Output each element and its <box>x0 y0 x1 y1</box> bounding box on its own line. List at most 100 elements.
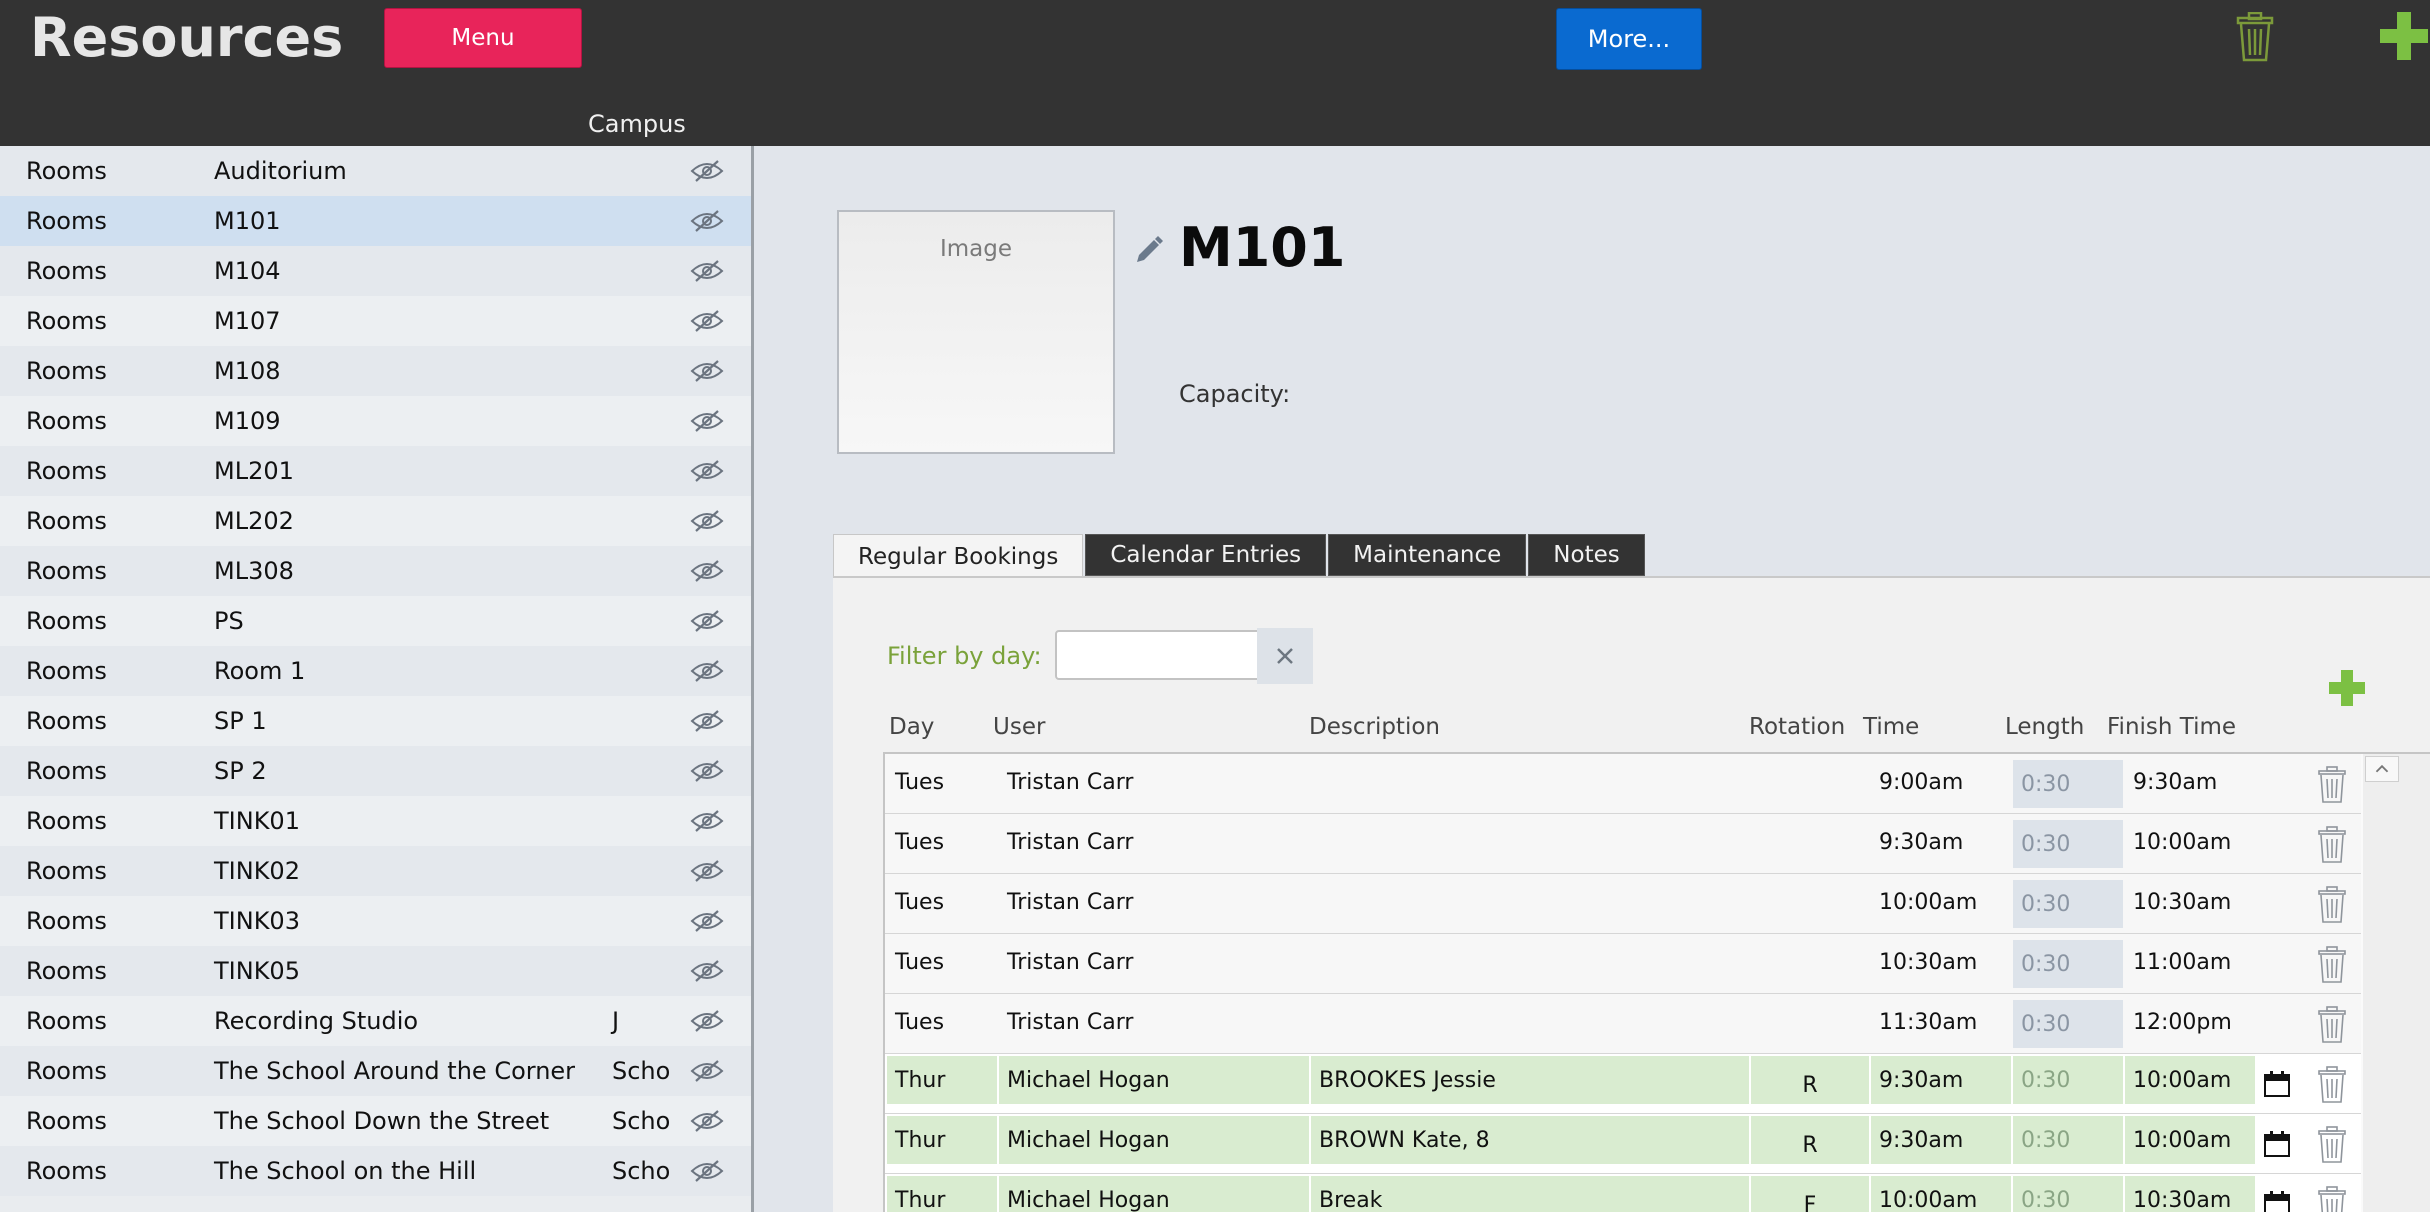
booking-time[interactable]: 10:00am <box>1871 874 2011 930</box>
booking-rotation[interactable] <box>1751 994 1869 1050</box>
booking-row[interactable]: Tues Tristan Carr 9:30am 0:30 10:00am <box>885 814 2361 874</box>
hidden-eye-icon[interactable] <box>690 659 724 683</box>
booking-user[interactable]: Tristan Carr <box>999 874 1309 930</box>
booking-description[interactable] <box>1311 934 1749 990</box>
booking-rotation[interactable]: R <box>1751 1116 1869 1164</box>
booking-rotation[interactable]: F <box>1751 1176 1869 1212</box>
booking-user[interactable]: Tristan Carr <box>999 754 1309 810</box>
booking-rotation[interactable] <box>1751 814 1869 870</box>
booking-length[interactable]: 0:30 <box>2013 1000 2123 1048</box>
hidden-eye-icon[interactable] <box>690 709 724 733</box>
booking-length[interactable]: 0:30 <box>2013 1056 2123 1104</box>
trash-icon[interactable] <box>2317 826 2347 864</box>
sidebar-item[interactable]: Rooms SP 1 <box>0 696 751 746</box>
booking-day[interactable]: Tues <box>887 754 997 810</box>
booking-finish-time[interactable]: 10:30am <box>2125 874 2255 930</box>
sidebar-item[interactable]: Rooms The School Around the Corner Scho <box>0 1046 751 1096</box>
trash-icon[interactable] <box>2317 766 2347 804</box>
booking-description[interactable] <box>1311 814 1749 870</box>
booking-rotation[interactable] <box>1751 754 1869 810</box>
hidden-eye-icon[interactable] <box>690 159 724 183</box>
trash-icon[interactable] <box>2317 886 2347 924</box>
booking-row[interactable]: Thur Michael Hogan BROOKES Jessie R 9:30am 0:… <box>885 1054 2361 1114</box>
menu-button[interactable]: Menu <box>384 8 582 68</box>
booking-user[interactable]: Michael Hogan <box>999 1116 1309 1164</box>
booking-finish-time[interactable]: 10:00am <box>2125 1116 2255 1164</box>
booking-rotation[interactable]: R <box>1751 1056 1869 1104</box>
booking-day[interactable]: Thur <box>887 1176 997 1212</box>
booking-length[interactable]: 0:30 <box>2013 940 2123 988</box>
sidebar-item[interactable]: Rooms The School on the Hill Scho <box>0 1146 751 1196</box>
sidebar-item[interactable]: Rooms M107 <box>0 296 751 346</box>
booking-length[interactable]: 0:30 <box>2013 1176 2123 1212</box>
booking-day[interactable]: Tues <box>887 814 997 870</box>
hidden-eye-icon[interactable] <box>690 909 724 933</box>
add-icon[interactable] <box>2378 10 2430 62</box>
booking-user[interactable]: Michael Hogan <box>999 1176 1309 1212</box>
booking-length[interactable]: 0:30 <box>2013 880 2123 928</box>
calendar-icon[interactable] <box>2263 1190 2291 1212</box>
clear-icon[interactable] <box>1257 628 1313 684</box>
booking-time[interactable]: 10:00am <box>1871 1176 2011 1212</box>
hidden-eye-icon[interactable] <box>690 809 724 833</box>
sidebar-item[interactable]: Rooms Room 1 <box>0 646 751 696</box>
hidden-eye-icon[interactable] <box>690 859 724 883</box>
booking-time[interactable]: 9:00am <box>1871 754 2011 810</box>
booking-finish-time[interactable]: 12:00pm <box>2125 994 2255 1050</box>
hidden-eye-icon[interactable] <box>690 1059 724 1083</box>
sidebar-item[interactable]: Rooms PS <box>0 596 751 646</box>
trash-icon[interactable] <box>2317 946 2347 984</box>
booking-time[interactable]: 9:30am <box>1871 1056 2011 1104</box>
sidebar-item[interactable]: Rooms M104 <box>0 246 751 296</box>
sidebar-item[interactable]: Rooms ML201 <box>0 446 751 496</box>
sidebar-item[interactable]: Rooms The School Down the Street Scho <box>0 1096 751 1146</box>
sidebar-item[interactable]: Rooms M101 <box>0 196 751 246</box>
booking-user[interactable]: Tristan Carr <box>999 934 1309 990</box>
hidden-eye-icon[interactable] <box>690 509 724 533</box>
chevron-up-icon[interactable] <box>2365 756 2399 782</box>
sidebar-item[interactable]: Rooms SP 2 <box>0 746 751 796</box>
booking-row[interactable]: Tues Tristan Carr 11:30am 0:30 12:00pm <box>885 994 2361 1054</box>
trash-icon[interactable] <box>2317 1126 2347 1164</box>
sidebar-item[interactable]: Rooms TINK02 <box>0 846 751 896</box>
trash-icon[interactable] <box>2317 1066 2347 1104</box>
booking-time[interactable]: 10:30am <box>1871 934 2011 990</box>
tab-regular-bookings[interactable]: Regular Bookings <box>833 534 1084 578</box>
booking-rotation[interactable] <box>1751 874 1869 930</box>
trash-icon[interactable] <box>2317 1006 2347 1044</box>
hidden-eye-icon[interactable] <box>690 1159 724 1183</box>
booking-description[interactable] <box>1311 994 1749 1050</box>
booking-finish-time[interactable]: 11:00am <box>2125 934 2255 990</box>
trash-icon[interactable] <box>2236 12 2274 62</box>
booking-description[interactable]: Break <box>1311 1176 1749 1212</box>
booking-length[interactable]: 0:30 <box>2013 1116 2123 1164</box>
hidden-eye-icon[interactable] <box>690 409 724 433</box>
tab-calendar-entries[interactable]: Calendar Entries <box>1085 534 1327 576</box>
hidden-eye-icon[interactable] <box>690 1009 724 1033</box>
sidebar-item[interactable]: Rooms ML202 <box>0 496 751 546</box>
sidebar-item[interactable]: Rooms Auditorium <box>0 146 751 196</box>
booking-rotation[interactable] <box>1751 934 1869 990</box>
hidden-eye-icon[interactable] <box>690 259 724 283</box>
calendar-icon[interactable] <box>2263 1070 2291 1098</box>
sidebar-item[interactable]: Rooms ML308 <box>0 546 751 596</box>
hidden-eye-icon[interactable] <box>690 959 724 983</box>
booking-day[interactable]: Tues <box>887 994 997 1050</box>
tab-notes[interactable]: Notes <box>1528 534 1645 576</box>
booking-row[interactable]: Tues Tristan Carr 9:00am 0:30 9:30am <box>885 754 2361 814</box>
booking-row[interactable]: Thur Michael Hogan BROWN Kate, 8 R 9:30am 0:3… <box>885 1114 2361 1174</box>
booking-finish-time[interactable]: 9:30am <box>2125 754 2255 810</box>
booking-day[interactable]: Tues <box>887 934 997 990</box>
sidebar-item[interactable]: Rooms M108 <box>0 346 751 396</box>
booking-day[interactable]: Thur <box>887 1056 997 1104</box>
sidebar-item[interactable]: Rooms Recording Studio J <box>0 996 751 1046</box>
booking-row[interactable]: Thur Michael Hogan Break F 10:00am 0:30 10:30a… <box>885 1174 2361 1212</box>
booking-description[interactable]: BROOKES Jessie <box>1311 1056 1749 1104</box>
sidebar-item[interactable]: Rooms TINK03 <box>0 896 751 946</box>
booking-length[interactable]: 0:30 <box>2013 760 2123 808</box>
booking-description[interactable] <box>1311 754 1749 810</box>
booking-time[interactable]: 9:30am <box>1871 814 2011 870</box>
more-button[interactable]: More... <box>1556 8 1702 70</box>
sidebar-item[interactable]: Rooms TINK05 <box>0 946 751 996</box>
booking-user[interactable]: Michael Hogan <box>999 1056 1309 1104</box>
